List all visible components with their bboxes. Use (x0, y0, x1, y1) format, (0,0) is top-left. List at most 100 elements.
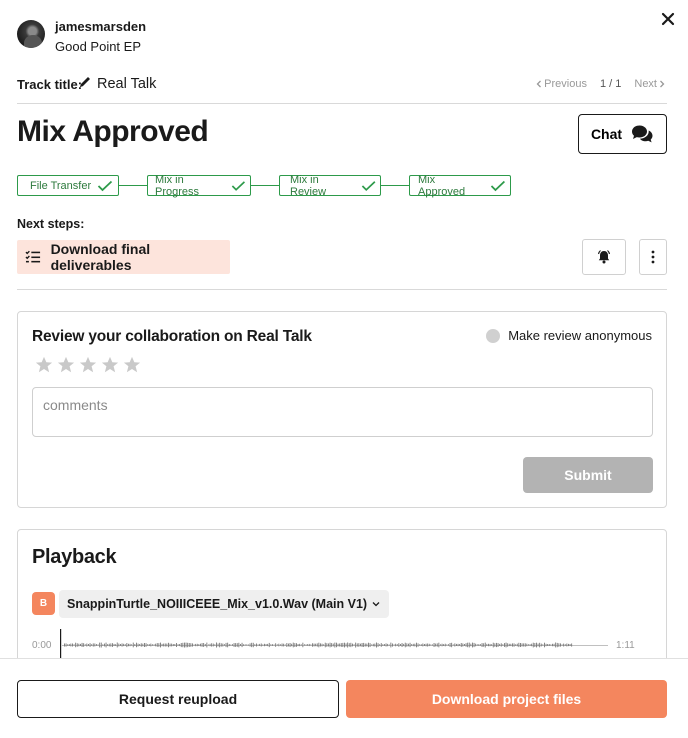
waveform-bar (281, 643, 283, 647)
waveform-bar (353, 644, 355, 646)
waveform-bar (385, 643, 387, 647)
waveform-bar (296, 643, 297, 647)
waveform-bar (84, 644, 86, 646)
waveform-bar (288, 643, 289, 647)
waveform-bar (224, 644, 225, 646)
waveform-bar (142, 643, 144, 647)
waveform-bar (182, 642, 184, 648)
waveform-bar (310, 644, 312, 646)
check-icon (231, 180, 246, 191)
waveform-bar (76, 643, 78, 647)
star-icon[interactable] (101, 356, 119, 374)
next-label: Next (634, 78, 657, 90)
waveform-bar (547, 644, 549, 646)
waveform-bar (340, 643, 342, 647)
waveform-bar (100, 642, 102, 648)
waveform-bar (448, 644, 449, 646)
waveform-bar (513, 643, 515, 647)
waveform-bar (379, 644, 381, 646)
waveform-bar (240, 644, 241, 646)
waveform-bar (200, 643, 201, 647)
previous-track-button[interactable]: Previous (534, 78, 587, 90)
comments-input[interactable] (32, 387, 653, 437)
waveform-bar (496, 642, 497, 648)
notification-button[interactable] (582, 239, 626, 275)
waveform-bar (163, 643, 165, 647)
waveform-bar (193, 644, 195, 646)
waveform-bar (248, 644, 249, 646)
waveform-bar (99, 642, 101, 648)
pencil-icon[interactable] (78, 75, 92, 89)
check-icon (98, 180, 113, 191)
waveform-bar (280, 644, 281, 646)
waveform-bar (337, 643, 339, 647)
more-vertical-icon (651, 250, 655, 264)
waveform-bar (166, 643, 168, 647)
next-track-button[interactable]: Next (634, 78, 667, 90)
waveform-bar (174, 644, 176, 646)
waveform-bar (532, 642, 534, 648)
avatar[interactable] (17, 20, 45, 48)
waveform-bar (483, 643, 485, 647)
waveform-bar (467, 642, 469, 648)
step-label: Mix in Review (290, 173, 327, 198)
waveform-bar (72, 643, 73, 647)
waveform-bar (328, 643, 329, 647)
waveform-bar (512, 643, 513, 647)
star-icon[interactable] (35, 356, 53, 374)
waveform-bar (65, 643, 67, 647)
waveform-bar (502, 644, 504, 646)
waveform-bar (185, 642, 187, 648)
waveform-bar (187, 642, 189, 648)
submit-button[interactable]: Submit (523, 457, 653, 493)
waveform-bar (454, 643, 456, 647)
header: jamesmarsden Good Point EP (17, 12, 677, 58)
star-icon[interactable] (57, 356, 75, 374)
waveform-bar (339, 643, 341, 647)
waveform-bar (286, 643, 288, 647)
waveform-bar (441, 643, 443, 647)
waveform-bar (152, 644, 153, 646)
close-button[interactable] (660, 11, 676, 27)
chat-button[interactable]: Chat (578, 114, 667, 154)
waveform-bar (244, 644, 246, 646)
waveform-bar (232, 644, 233, 646)
anonymous-toggle[interactable]: Make review anonymous (486, 328, 652, 343)
waveform-bar (534, 643, 536, 647)
waveform-bar (289, 643, 291, 647)
waveform-bar (208, 644, 209, 646)
waveform-bar (425, 643, 427, 647)
step-label: Mix Approved (418, 173, 466, 198)
star-rating[interactable] (35, 356, 141, 374)
waveform-bar (419, 644, 421, 646)
waveform-bar (227, 642, 229, 648)
waveform-bar (268, 642, 270, 648)
waveform-bar (158, 643, 160, 647)
star-icon[interactable] (123, 356, 141, 374)
waveform-bar (297, 644, 299, 647)
waveform-bar (398, 643, 400, 647)
star-icon[interactable] (79, 356, 97, 374)
waveform-bar (369, 643, 371, 647)
waveform-bar (403, 643, 405, 647)
waveform-bar (192, 643, 193, 647)
waveform-bar (161, 643, 163, 647)
waveform-bar (548, 644, 550, 646)
waveform-bar (120, 644, 121, 646)
waveform-bar (176, 643, 177, 647)
waveform-bar (404, 642, 406, 648)
waveform-bar (406, 643, 408, 647)
file-select-dropdown[interactable]: SnappinTurtle_NOIIICEEE_Mix_v1.0.Wav (Ma… (59, 590, 390, 618)
waveform-bar (128, 643, 129, 647)
check-icon (490, 180, 506, 191)
waveform-bar (476, 644, 478, 646)
anonymous-label: Make review anonymous (508, 328, 652, 343)
more-options-button[interactable] (639, 239, 667, 275)
waveform-bar (521, 643, 523, 647)
step-mix-in-progress: Mix in Progress (147, 174, 251, 198)
request-reupload-button[interactable]: Request reupload (17, 680, 339, 718)
download-project-files-button[interactable]: Download project files (346, 680, 667, 718)
waveform-bar (388, 644, 390, 646)
next-step-action[interactable]: Download final deliverables (17, 240, 230, 274)
waveform-bar (384, 644, 385, 646)
